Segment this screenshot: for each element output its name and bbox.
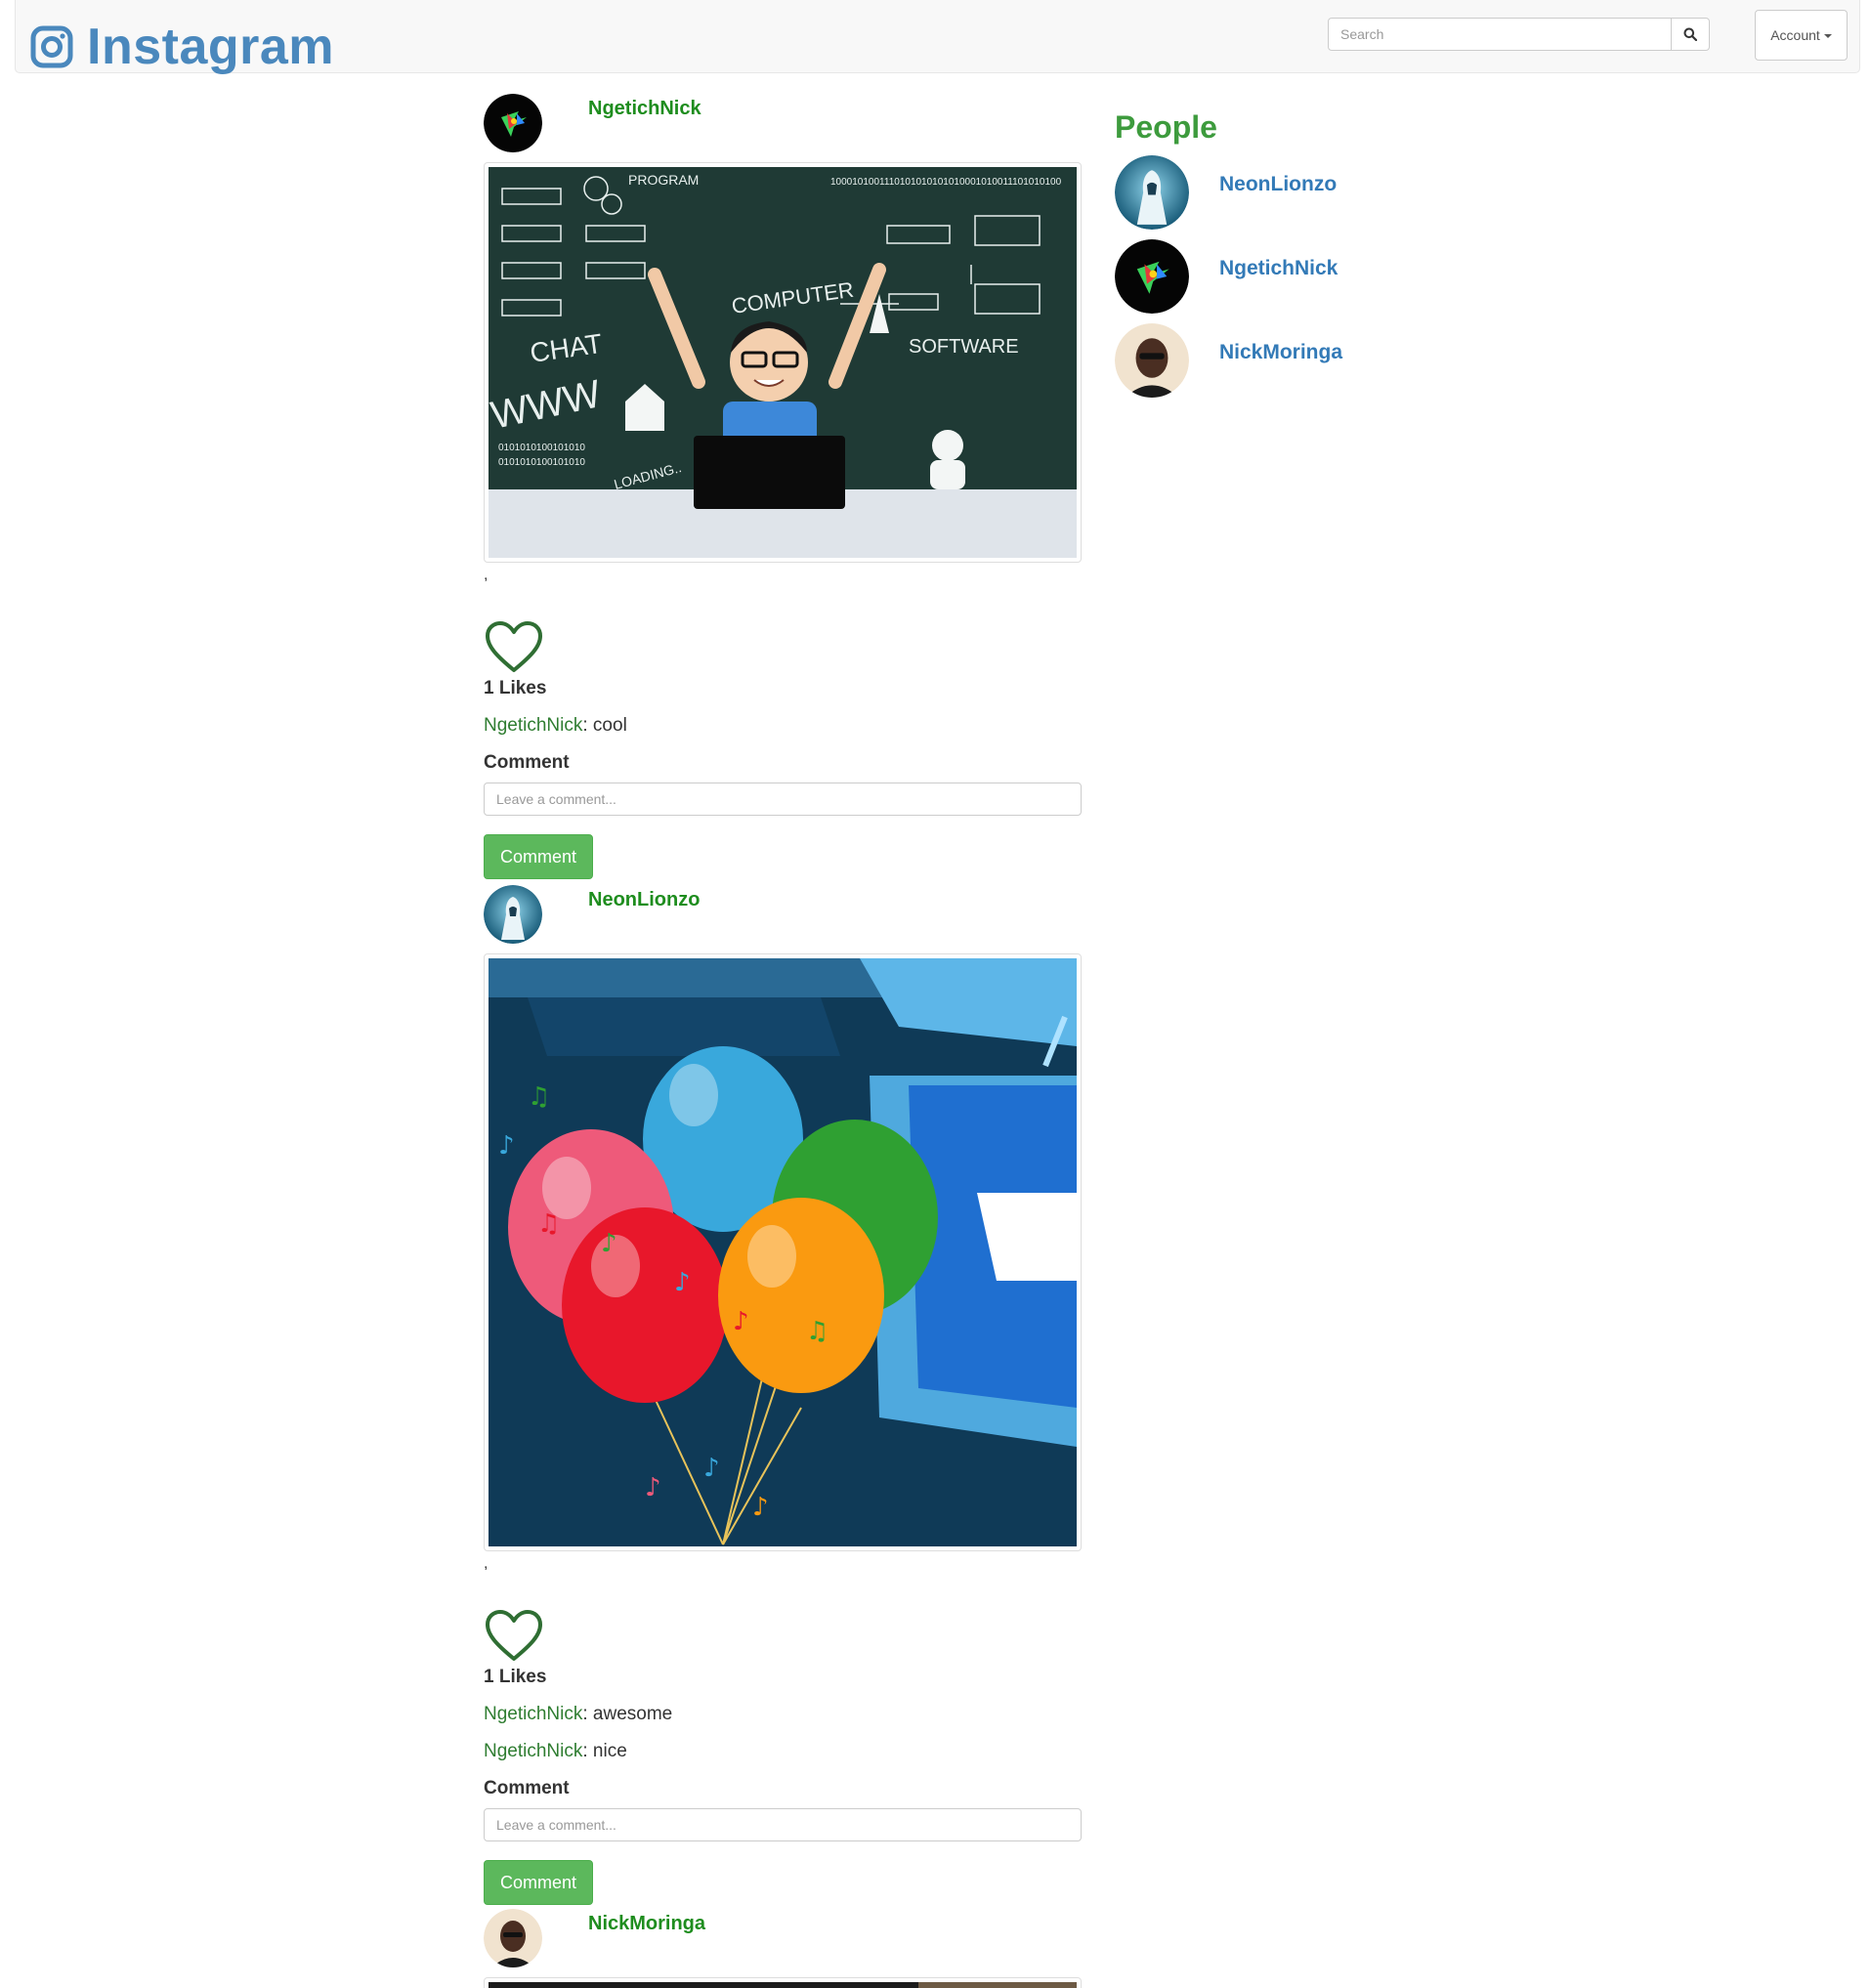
person-name[interactable]: NickMoringa	[1219, 341, 1342, 364]
avatar[interactable]	[484, 1909, 542, 1967]
avatar[interactable]	[1115, 239, 1189, 314]
post-header: NeonLionzo	[484, 885, 1082, 946]
svg-text:♪: ♪	[752, 1493, 769, 1522]
comment-input[interactable]	[484, 1808, 1082, 1841]
likes-count: 1 Likes	[484, 678, 547, 698]
avatar[interactable]	[1115, 155, 1189, 230]
comment-input[interactable]	[484, 783, 1082, 816]
caret-down-icon	[1823, 34, 1832, 38]
comment-item: NgetichNick: nice	[484, 1741, 627, 1762]
person-item[interactable]: NickMoringa	[1115, 323, 1437, 407]
post-card: NeonLionzo ♫ ♪ ♫ ♪ ♪ ♪ ♫ ♪ ♪ ♪ , 1 Likes…	[484, 885, 1082, 1905]
comment-user[interactable]: NgetichNick	[484, 1704, 582, 1724]
instagram-icon	[30, 25, 73, 68]
heart-icon[interactable]	[484, 1608, 544, 1663]
svg-text:♫: ♫	[806, 1317, 829, 1346]
search-form	[1328, 18, 1710, 51]
comment-item: NgetichNick: cool	[484, 715, 627, 737]
comment-submit-button[interactable]: Comment	[484, 834, 593, 879]
navbar: Instagram Account	[15, 0, 1860, 76]
person-item[interactable]: NeonLionzo	[1115, 155, 1437, 239]
search-button[interactable]	[1672, 18, 1710, 51]
post-card: NgetichNick PROGRAM COMPUTER SOFTWARE CH…	[484, 94, 1082, 879]
people-title: People	[1115, 109, 1217, 145]
search-icon	[1683, 27, 1697, 41]
svg-text:♪: ♪	[674, 1268, 691, 1297]
comment-user[interactable]: NgetichNick	[484, 715, 582, 736]
avatar[interactable]	[484, 885, 542, 944]
comment-text: : cool	[582, 715, 627, 736]
account-dropdown[interactable]: Account	[1755, 10, 1848, 61]
comment-text: : nice	[582, 1741, 627, 1761]
comment-label: Comment	[484, 1778, 570, 1798]
comment-submit-button[interactable]: Comment	[484, 1860, 593, 1905]
post-separator: ,	[484, 1555, 489, 1572]
comment-text: : awesome	[582, 1704, 673, 1724]
post-header: NgetichNick	[484, 94, 1082, 154]
brand-link[interactable]: Instagram	[30, 18, 334, 76]
svg-text:0101010100101010: 0101010100101010	[498, 457, 585, 468]
post-header: NickMoringa	[484, 1909, 1082, 1969]
likes-count: 1 Likes	[484, 1667, 547, 1687]
post-username[interactable]: NickMoringa	[588, 1913, 705, 1935]
post-username[interactable]: NeonLionzo	[588, 889, 700, 911]
post-username[interactable]: NgetichNick	[588, 98, 701, 120]
svg-text:♪: ♪	[703, 1454, 720, 1483]
svg-text:♫: ♫	[528, 1082, 550, 1112]
svg-text:♪: ♪	[645, 1473, 661, 1502]
avatar[interactable]	[1115, 323, 1189, 398]
person-item[interactable]: NgetichNick	[1115, 239, 1437, 323]
account-label: Account	[1770, 27, 1820, 43]
svg-text:♪: ♪	[498, 1131, 515, 1161]
people-panel: People NeonLionzo NgetichNick NickMoring…	[1115, 109, 1437, 407]
svg-text:100010100111010101010101000101: 1000101001110101010101010001010011101010…	[830, 177, 1062, 188]
post-image	[484, 1977, 1082, 1988]
svg-text:♪: ♪	[733, 1307, 749, 1336]
post-card: NickMoringa	[484, 1909, 1082, 1988]
comment-label: Comment	[484, 752, 570, 773]
heart-icon[interactable]	[484, 619, 544, 674]
svg-text:0101010100101010: 0101010100101010	[498, 443, 585, 453]
comment-item: NgetichNick: awesome	[484, 1704, 672, 1725]
search-input[interactable]	[1328, 18, 1672, 51]
svg-text:♪: ♪	[601, 1229, 617, 1258]
post-separator: ,	[484, 567, 489, 583]
avatar[interactable]	[484, 94, 542, 152]
post-image: ♫ ♪ ♫ ♪ ♪ ♪ ♫ ♪ ♪ ♪	[484, 953, 1082, 1551]
person-name[interactable]: NgetichNick	[1219, 257, 1338, 280]
svg-text:♫: ♫	[537, 1209, 560, 1239]
svg-text:PROGRAM: PROGRAM	[628, 172, 699, 188]
brand-title: Instagram	[87, 19, 335, 75]
svg-text:SOFTWARE: SOFTWARE	[909, 336, 1019, 358]
comment-user[interactable]: NgetichNick	[484, 1741, 582, 1761]
post-image: PROGRAM COMPUTER SOFTWARE CHAT WWW LOADI…	[484, 162, 1082, 563]
person-name[interactable]: NeonLionzo	[1219, 173, 1337, 196]
